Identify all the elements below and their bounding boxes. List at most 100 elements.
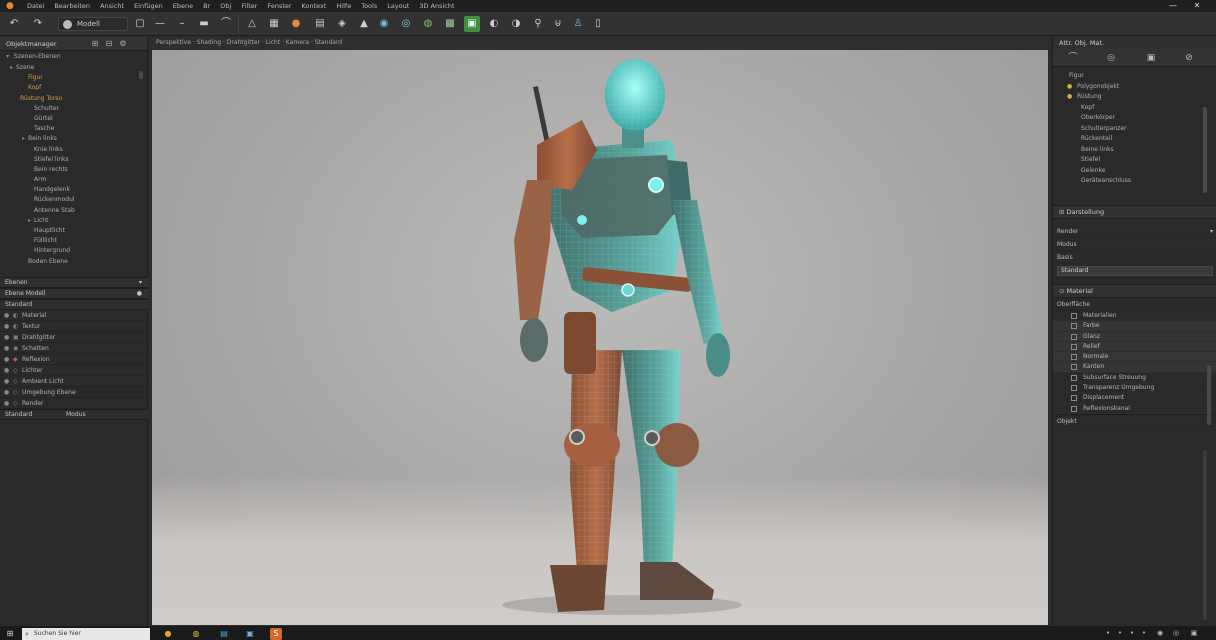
line-tool-icon[interactable]: — [152, 16, 168, 32]
tree-item[interactable]: Handgelenk [0, 185, 147, 195]
tree-item[interactable]: Figur [0, 73, 147, 83]
material-channel-row[interactable]: Displacement [1053, 393, 1216, 404]
terrain-tool-icon[interactable]: ▩ [442, 16, 458, 32]
render-field[interactable]: Render ▾ [1053, 225, 1216, 238]
tray-icon-4[interactable]: • [1140, 629, 1148, 637]
frame-icon[interactable]: ▣ [1145, 52, 1157, 64]
tree-item[interactable]: Stiefel links [0, 155, 147, 165]
sculpt-tool-icon[interactable]: ◐ [486, 16, 502, 32]
paint-tool-icon[interactable]: ◑ [508, 16, 524, 32]
attribute-tree-item[interactable]: Stiefel [1053, 155, 1216, 166]
menu-item[interactable]: Hilfe [331, 2, 356, 10]
tree-item[interactable]: Boden Ebene [0, 257, 147, 267]
link-icon[interactable]: ⊘ [1183, 52, 1195, 64]
tree-item[interactable]: Bein rechts [0, 165, 147, 175]
arc-icon[interactable]: ⌒ [1067, 52, 1079, 64]
lower-scrollbar[interactable] [1203, 450, 1207, 620]
tree-item[interactable]: ▸ Licht [0, 216, 147, 226]
material-channel-row[interactable]: Transparenz Umgebung [1053, 383, 1216, 394]
attribute-tree-item[interactable]: Schulterpanzer [1053, 124, 1216, 135]
material-channel-row[interactable]: Reflexionskanal [1053, 404, 1216, 414]
attribute-tree-item[interactable]: Kopf [1053, 103, 1216, 114]
pin-tool-icon[interactable]: ⚲ [530, 16, 546, 32]
visibility-icon[interactable]: ● [4, 398, 13, 409]
attribute-tree-item[interactable]: Gelenke [1053, 166, 1216, 177]
channel-checkbox[interactable] [1071, 364, 1077, 371]
camera-tool-icon[interactable]: ◎ [398, 16, 414, 32]
menu-item[interactable]: Fenster [262, 2, 296, 10]
visibility-icon[interactable]: ● [4, 354, 13, 365]
visibility-icon[interactable]: ● [4, 310, 13, 321]
tree-item[interactable]: Hauptlicht [0, 226, 147, 236]
layer-row[interactable]: ● ◇ Umgebung Ebene [0, 387, 148, 398]
tray-icon-5[interactable]: ◉ [1156, 629, 1164, 637]
visibility-icon[interactable]: ● [4, 332, 13, 343]
layer-row[interactable]: ● ▣ Drahtgitter [0, 332, 148, 343]
curve-tool-icon[interactable]: ⌒ [218, 16, 234, 32]
network-icon[interactable]: ◎ [1172, 629, 1180, 637]
tree-item[interactable]: Fülllicht [0, 236, 147, 246]
tree-item[interactable]: Rückenmodul [0, 195, 147, 205]
taskbar-search[interactable]: ⌕ Suchen Sie hier [22, 628, 150, 640]
layer-row[interactable]: ● ◇ Render [0, 398, 148, 409]
app-chrome-icon[interactable]: ◍ [190, 628, 202, 640]
tray-icon-3[interactable]: • [1128, 629, 1136, 637]
notification-icon[interactable]: ▣ [1190, 629, 1198, 637]
cone-tool-icon[interactable]: ▲ [356, 16, 372, 32]
channel-checkbox[interactable] [1071, 395, 1077, 402]
layer-row[interactable]: ● ◉ Schatten [0, 343, 148, 354]
channel-checkbox[interactable] [1071, 385, 1077, 392]
start-icon[interactable]: ⊞ [4, 628, 16, 640]
material-channel-row[interactable]: Farbe [1053, 321, 1216, 332]
collapse-icon[interactable]: ▾ [6, 51, 12, 63]
layer-row[interactable]: ● ◇ Ambient Licht [0, 376, 148, 387]
material-channel-row[interactable]: Materialien [1053, 311, 1216, 322]
rectangle-tool-icon[interactable]: ▬ [196, 16, 212, 32]
light-tool-icon[interactable]: ◉ [376, 16, 392, 32]
tree-item[interactable]: Tasche [0, 124, 147, 134]
layer-row[interactable]: ● ◆ Reflexion [0, 354, 148, 365]
tree-item[interactable]: ▸ Bein links [0, 134, 147, 144]
layers-dot-icon[interactable]: ● [137, 289, 142, 299]
visibility-icon[interactable]: ● [4, 387, 13, 398]
redo-icon[interactable]: ↷ [30, 16, 46, 32]
render-tool-icon[interactable]: ▣ [464, 16, 480, 32]
attribute-tree-item[interactable]: ● Polygonobjekt [1053, 82, 1216, 93]
material-channel-row[interactable]: Glanz [1053, 331, 1216, 342]
character-model[interactable] [152, 50, 1048, 625]
array-tool-icon[interactable]: ▤ [312, 16, 328, 32]
attribute-tree-item[interactable]: Figur [1053, 71, 1216, 82]
tree-item[interactable]: Knie links [0, 145, 147, 155]
menu-item[interactable]: Obj [215, 2, 236, 10]
tree-item[interactable]: Kopf [0, 83, 147, 93]
channel-checkbox[interactable] [1071, 354, 1077, 361]
menu-item[interactable]: Bearbeiten [49, 2, 95, 10]
deformer-tool-icon[interactable]: ◈ [334, 16, 350, 32]
sphere-tool-icon[interactable]: ● [288, 16, 304, 32]
material-tool-icon[interactable]: ◍ [420, 16, 436, 32]
undo-icon[interactable]: ↶ [6, 16, 22, 32]
attribute-tree-item[interactable]: ● Rüstung [1053, 92, 1216, 103]
attribute-scrollbar[interactable] [1203, 107, 1207, 193]
channel-checkbox[interactable] [1071, 374, 1077, 381]
settings-icon[interactable]: ⚙ [118, 39, 128, 49]
grid-view-icon[interactable]: ⊞ [90, 39, 100, 49]
tree-item[interactable]: Antenne Stab [0, 206, 147, 216]
tree-item[interactable]: Rüstung Torso [0, 94, 147, 104]
menu-item[interactable]: Datei [22, 2, 49, 10]
bracket-tool-icon[interactable]: ▯ [590, 16, 606, 32]
layers-menu-icon[interactable]: ▾ [139, 278, 142, 288]
visibility-icon[interactable]: ● [4, 376, 13, 387]
attribute-tree-item[interactable]: Oberkörper [1053, 113, 1216, 124]
app-3d-icon[interactable]: S [270, 628, 282, 640]
menu-item[interactable]: Layout [382, 2, 414, 10]
attribute-tabs[interactable]: Attr. Obj. Mat. [1053, 37, 1216, 49]
layers-filter-mode[interactable]: Modus [66, 410, 86, 420]
app-orange-icon[interactable]: ● [162, 628, 174, 640]
menu-item[interactable]: Br [198, 2, 215, 10]
magnet-tool-icon[interactable]: ⊍ [550, 16, 566, 32]
attribute-tree-item[interactable]: Rückenteil [1053, 134, 1216, 145]
visibility-icon[interactable]: ● [4, 343, 13, 354]
material-scrollbar[interactable] [1207, 365, 1211, 425]
tree-item[interactable]: Hintergrund [0, 246, 147, 256]
